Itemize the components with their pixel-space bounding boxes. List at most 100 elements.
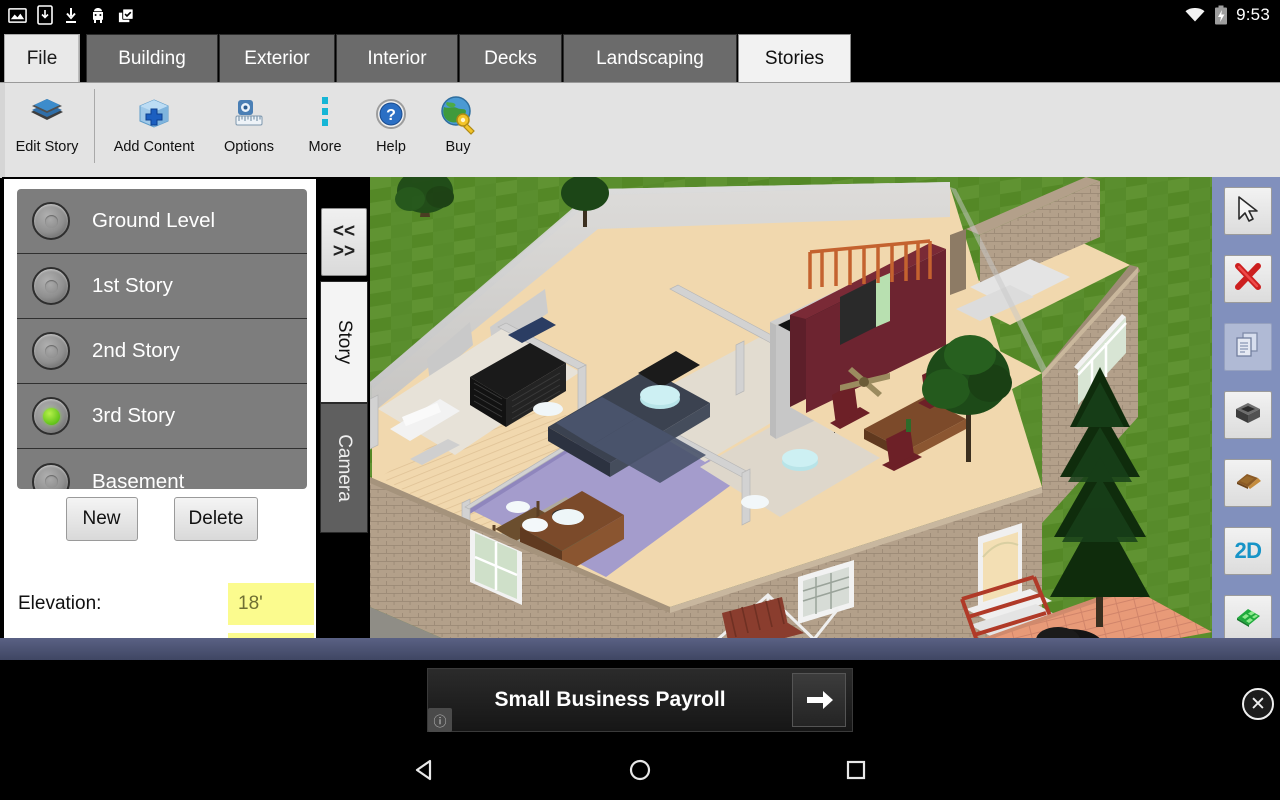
options-label: Options xyxy=(224,139,274,155)
elevation-label: Elevation: xyxy=(18,593,102,614)
add-content-label: Add Content xyxy=(113,139,195,155)
story-label: 2nd Story xyxy=(92,339,180,362)
wood-swatch-icon xyxy=(1233,469,1263,498)
new-story-button[interactable]: New xyxy=(65,497,138,541)
ribbon-group-tools: Add Content Options More ? Help Buy xyxy=(102,87,492,175)
elevation-row: Elevation: 18' xyxy=(4,581,320,627)
side-tab-story[interactable]: Story xyxy=(320,281,368,403)
options-button[interactable]: Options xyxy=(206,87,292,173)
copy-pages-icon xyxy=(1234,331,1262,364)
recents-square-icon xyxy=(846,760,866,780)
ad-cta-button[interactable] xyxy=(792,673,846,727)
wifi-icon xyxy=(1185,7,1205,22)
ad-banner[interactable]: Small Business Payroll xyxy=(427,668,853,732)
duplicate-tool[interactable] xyxy=(1224,323,1272,371)
ad-zone: Small Business Payroll ⓘ xyxy=(0,660,1280,740)
android-status-bar: 9:53 xyxy=(0,0,1280,30)
story-label: Ground Level xyxy=(92,209,216,232)
radio-3rd-story[interactable] xyxy=(32,397,70,435)
radio-1st-story[interactable] xyxy=(32,267,70,305)
android-nav-bar xyxy=(0,740,1280,800)
select-pointer-tool[interactable] xyxy=(1224,187,1272,235)
ribbon-separator xyxy=(94,89,95,163)
nav-back-button[interactable] xyxy=(395,740,455,800)
buy-label: Buy xyxy=(445,139,471,155)
main-tab-bar: File Building Exterior Interior Decks La… xyxy=(0,30,1280,84)
app-window: File Building Exterior Interior Decks La… xyxy=(0,30,1280,675)
tab-interior[interactable]: Interior xyxy=(336,34,458,82)
nav-recents-button[interactable] xyxy=(826,740,886,800)
help-button[interactable]: ? Help xyxy=(358,87,424,173)
story-list-item-2nd-story[interactable]: 2nd Story xyxy=(17,319,307,384)
material-tool[interactable] xyxy=(1224,459,1272,507)
add-content-button[interactable]: Add Content xyxy=(102,87,206,173)
delete-tool[interactable] xyxy=(1224,255,1272,303)
terrain-grid-tool[interactable] xyxy=(1224,595,1272,643)
more-label: More xyxy=(308,139,342,155)
elevation-input[interactable]: 18' xyxy=(228,583,314,625)
layers-icon xyxy=(26,93,68,135)
more-button[interactable]: More xyxy=(292,87,358,173)
android-robot-icon xyxy=(93,7,103,23)
svg-text:?: ? xyxy=(386,107,396,124)
ad-info-icon[interactable]: ⓘ xyxy=(428,708,452,732)
radio-2nd-story[interactable] xyxy=(32,332,70,370)
back-triangle-icon xyxy=(415,759,432,781)
story-panel-buttons: New Delete xyxy=(4,497,320,541)
3d-house-render xyxy=(370,177,1212,658)
pointer-arrow-icon xyxy=(1235,195,1261,228)
story-label: Basement xyxy=(92,469,185,490)
tab-decks[interactable]: Decks xyxy=(459,34,562,82)
side-tab-camera-label: Camera xyxy=(334,434,356,502)
side-tab-camera[interactable]: Camera xyxy=(320,403,368,533)
download-to-device-icon xyxy=(37,5,53,25)
green-grid-icon xyxy=(1233,605,1263,634)
status-bar-clock: 9:53 xyxy=(1236,5,1270,24)
view-2d-toggle[interactable]: 2D xyxy=(1224,527,1272,575)
ad-title: Small Business Payroll xyxy=(494,688,726,711)
tape-measure-icon xyxy=(228,93,270,135)
tab-stories[interactable]: Stories xyxy=(738,34,851,82)
radio-basement[interactable] xyxy=(32,462,70,489)
story-list[interactable]: Ground Level 1st Story 2nd Story 3rd Sto… xyxy=(17,189,307,489)
story-list-item-1st-story[interactable]: 1st Story xyxy=(17,254,307,319)
right-arrow-icon xyxy=(807,691,833,709)
3d-house-viewport[interactable] xyxy=(370,177,1212,658)
close-x-icon: ✕ xyxy=(1250,693,1266,715)
ad-close-button[interactable]: ✕ xyxy=(1242,688,1274,720)
tab-file[interactable]: File xyxy=(4,34,80,84)
story-list-item-ground-level[interactable]: Ground Level xyxy=(17,189,307,254)
tab-exterior[interactable]: Exterior xyxy=(219,34,335,82)
radio-ground-level[interactable] xyxy=(32,202,70,240)
object-3d-tool[interactable] xyxy=(1224,391,1272,439)
window-bottom-bar xyxy=(0,638,1280,660)
panel-collapse-button[interactable]: << >> xyxy=(321,208,367,276)
globe-key-icon xyxy=(437,93,479,135)
tab-landscaping[interactable]: Landscaping xyxy=(563,34,737,82)
download-icon xyxy=(66,7,76,23)
gray-box-icon xyxy=(1233,400,1263,431)
collapse-right-chevrons: >> xyxy=(332,241,356,262)
right-tool-palette: 2D xyxy=(1212,177,1280,658)
overflow-dots-icon xyxy=(304,93,346,135)
collapse-left-chevrons: << xyxy=(332,221,356,243)
story-label: 1st Story xyxy=(92,274,173,297)
app-install-icon xyxy=(118,7,134,22)
battery-charging-icon xyxy=(1215,5,1228,25)
nav-home-button[interactable] xyxy=(610,740,670,800)
edit-story-button[interactable]: Edit Story xyxy=(4,87,90,173)
tab-building[interactable]: Building xyxy=(86,34,218,82)
story-list-item-3rd-story[interactable]: 3rd Story xyxy=(17,384,307,449)
side-tab-story-label: Story xyxy=(333,319,355,365)
status-bar-system-icons: 9:53 xyxy=(1184,0,1270,30)
story-label: 3rd Story xyxy=(92,404,176,427)
buy-button[interactable]: Buy xyxy=(424,87,492,173)
add-box-icon xyxy=(133,93,175,135)
2d-label-icon: 2D xyxy=(1234,538,1262,563)
story-list-item-basement[interactable]: Basement xyxy=(17,449,307,489)
image-icon xyxy=(8,7,27,23)
delete-story-button[interactable]: Delete xyxy=(173,497,259,541)
red-x-icon xyxy=(1234,262,1262,296)
help-question-icon: ? xyxy=(370,93,412,135)
edit-story-label: Edit Story xyxy=(15,139,79,155)
